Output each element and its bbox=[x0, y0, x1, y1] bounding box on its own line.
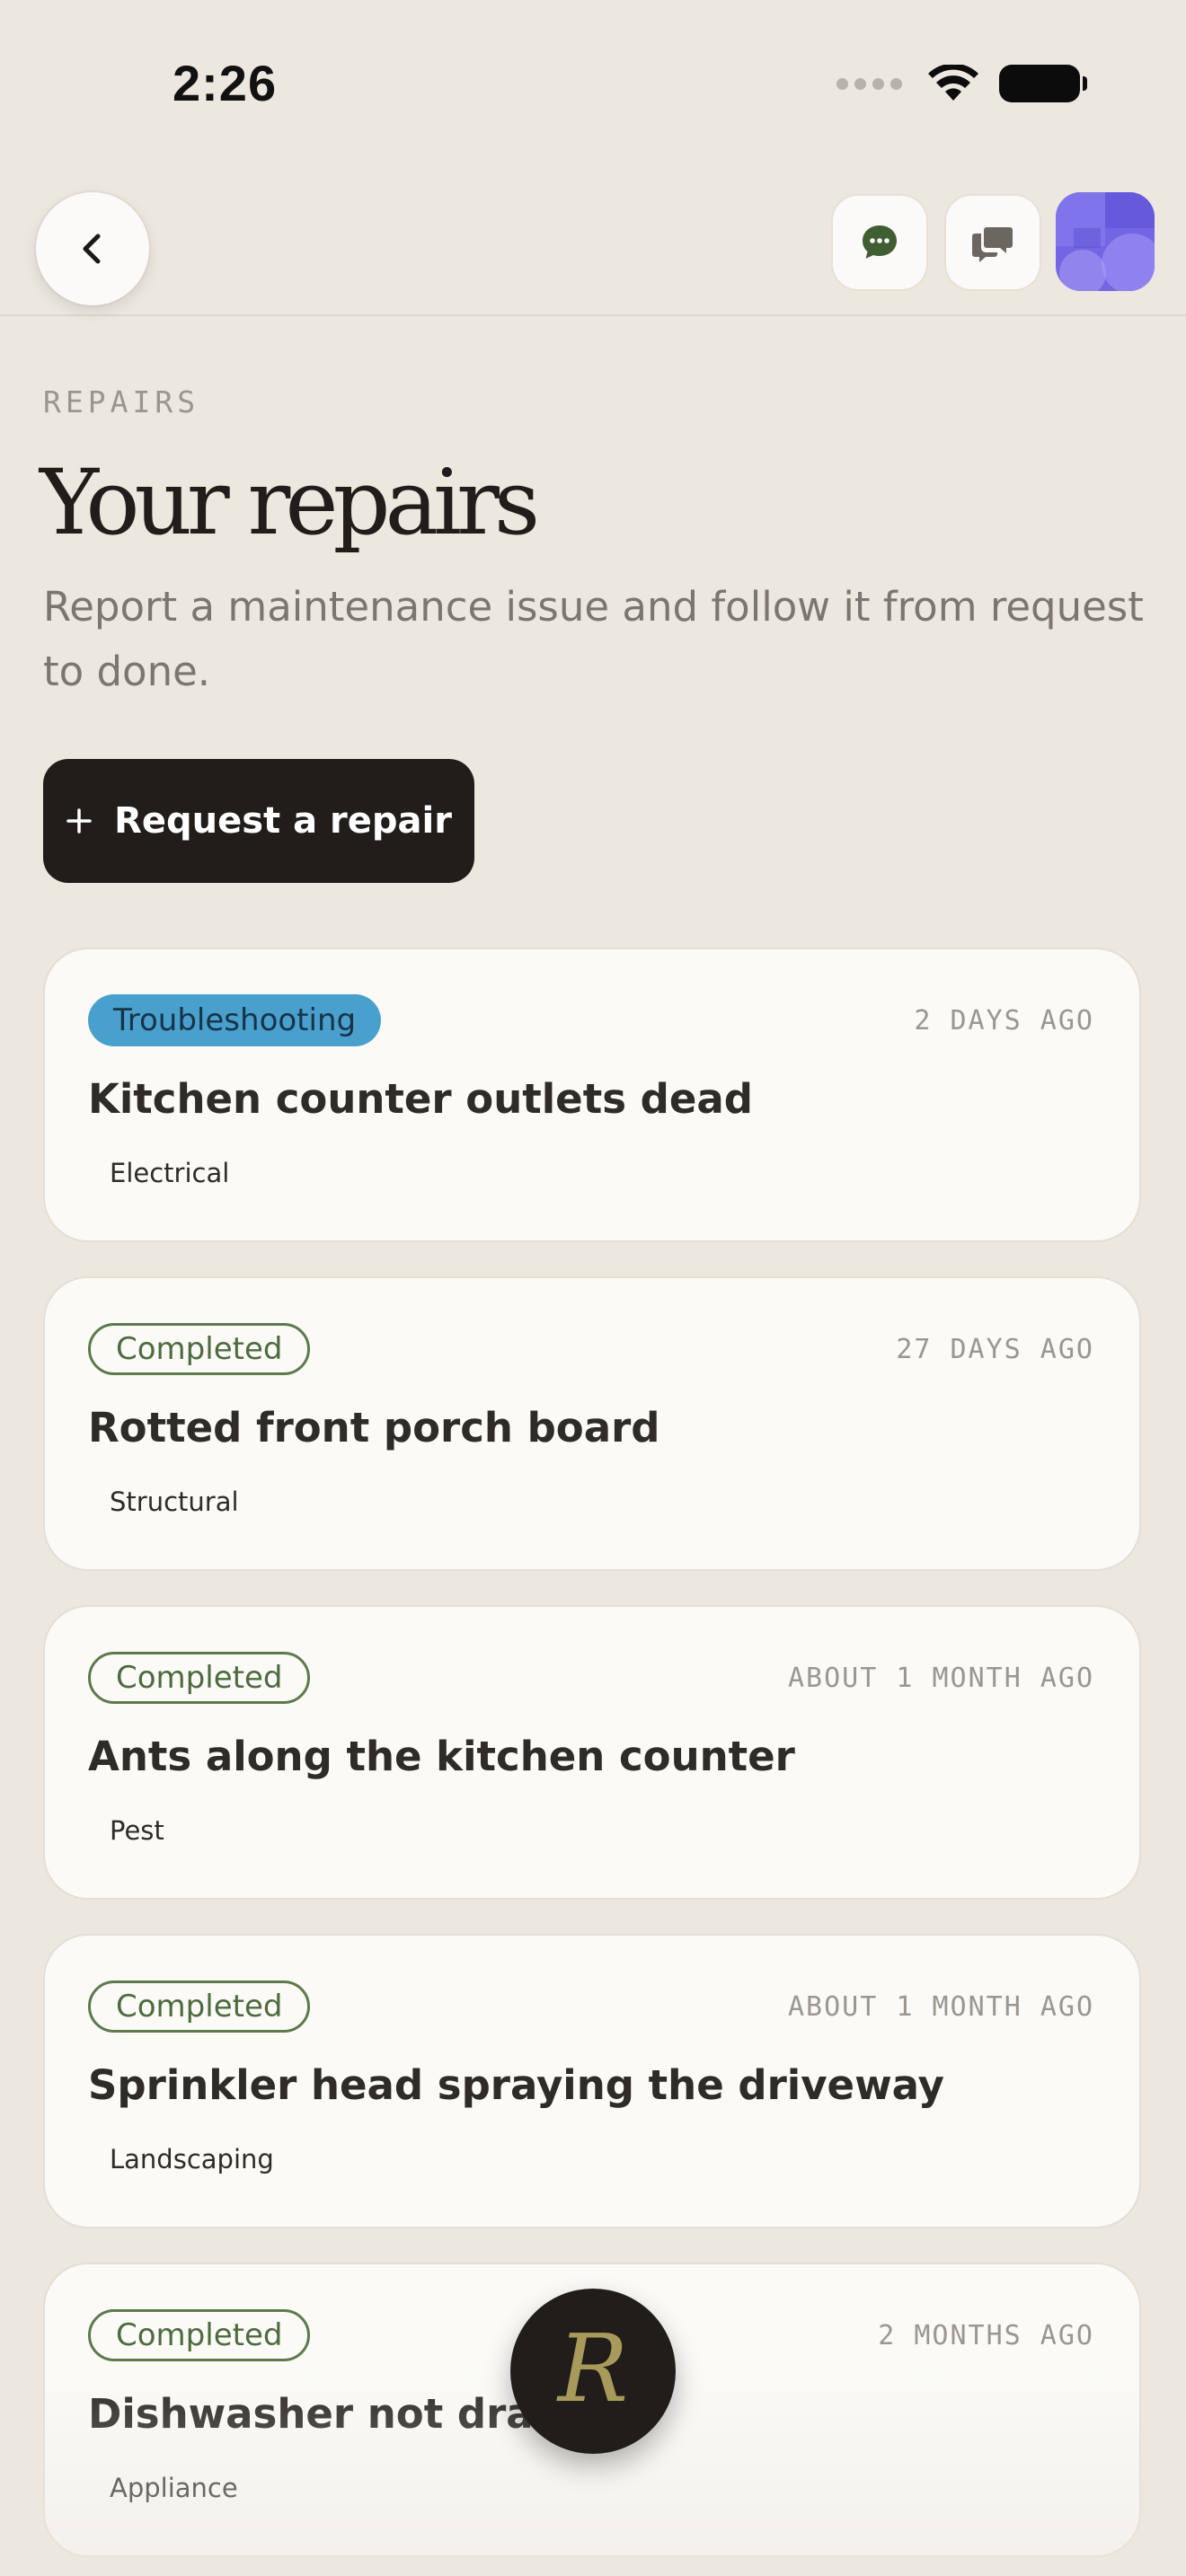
repair-card[interactable]: Troubleshooting 2 DAYS AGO Kitchen count… bbox=[45, 949, 1139, 1240]
status-time: 2:26 bbox=[173, 55, 278, 111]
battery-icon bbox=[999, 65, 1087, 102]
messages-icon bbox=[972, 227, 1013, 262]
status-badge: Completed bbox=[88, 1652, 311, 1704]
plus-icon bbox=[66, 808, 92, 834]
repair-category: Pest bbox=[110, 1815, 164, 1846]
repair-title: Sprinkler head spraying the driveway bbox=[88, 2061, 944, 2109]
repair-title: Ants along the kitchen counter bbox=[88, 1733, 795, 1780]
repair-card[interactable]: Completed ABOUT 1 MONTH AGO Sprinkler he… bbox=[45, 1936, 1139, 2227]
time-ago: 27 DAYS AGO bbox=[896, 1334, 1094, 1365]
repair-category: Electrical bbox=[110, 1158, 230, 1188]
status-badge: Completed bbox=[88, 2309, 311, 2361]
request-repair-label: Request a repair bbox=[114, 800, 452, 842]
status-bar: 2:26 bbox=[0, 0, 1186, 171]
repair-title: Kitchen counter outlets dead bbox=[88, 1075, 753, 1123]
repair-card[interactable]: Completed 27 DAYS AGO Rotted front porch… bbox=[45, 1278, 1139, 1569]
back-button[interactable] bbox=[36, 192, 149, 305]
chat-bubble-icon bbox=[863, 225, 897, 259]
time-ago: ABOUT 1 MONTH AGO bbox=[787, 1663, 1094, 1694]
chevron-left-icon bbox=[83, 234, 101, 264]
status-badge: Completed bbox=[88, 1981, 311, 2033]
messages-button[interactable] bbox=[946, 196, 1040, 289]
signal-icon bbox=[836, 77, 902, 90]
time-ago: 2 MONTHS AGO bbox=[878, 2320, 1094, 2351]
section-eyebrow: REPAIRS bbox=[43, 384, 200, 419]
repair-category: Structural bbox=[110, 1486, 239, 1517]
time-ago: ABOUT 1 MONTH AGO bbox=[787, 1991, 1094, 2023]
repair-category: Landscaping bbox=[110, 2144, 274, 2175]
fab-logo: R bbox=[557, 2314, 629, 2423]
time-ago: 2 DAYS AGO bbox=[914, 1005, 1094, 1037]
request-repair-button[interactable]: Request a repair bbox=[43, 759, 474, 883]
top-app-bar bbox=[0, 171, 1186, 316]
assistant-fab[interactable]: R bbox=[510, 2289, 676, 2454]
avatar[interactable] bbox=[1056, 192, 1155, 291]
status-badge: Completed bbox=[88, 1323, 311, 1375]
repair-card[interactable]: Completed ABOUT 1 MONTH AGO Ants along t… bbox=[45, 1607, 1139, 1898]
wifi-icon bbox=[928, 65, 978, 101]
avatar-image bbox=[1056, 192, 1155, 291]
repair-title: Rotted front porch board bbox=[88, 1404, 660, 1451]
status-icons bbox=[836, 65, 1087, 102]
page-title: Your repairs bbox=[40, 450, 540, 555]
page-subtitle: Report a maintenance issue and follow it… bbox=[43, 583, 1144, 695]
chat-button[interactable] bbox=[833, 196, 926, 289]
repair-category: Appliance bbox=[110, 2473, 238, 2503]
status-badge: Troubleshooting bbox=[88, 994, 382, 1046]
